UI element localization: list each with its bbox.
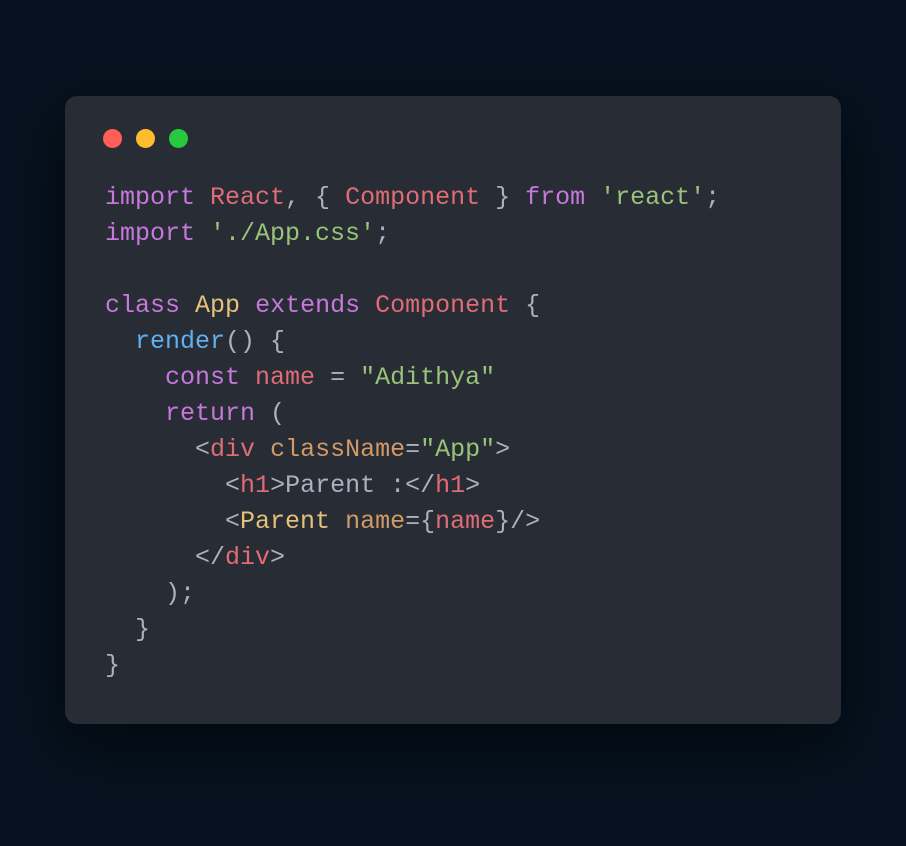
tag-div-close: div xyxy=(225,543,270,572)
keyword-class: class xyxy=(105,291,180,320)
punct: , { xyxy=(285,183,345,212)
code-line: return ( xyxy=(105,399,285,428)
brace-open: { xyxy=(525,291,540,320)
paren-open: ( xyxy=(255,399,285,428)
keyword-return: return xyxy=(165,399,255,428)
ident-name: name xyxy=(255,363,315,392)
angle-open: < xyxy=(225,471,240,500)
tag-div: div xyxy=(210,435,255,464)
code-line: ); xyxy=(105,579,195,608)
code-line: <div className="App"> xyxy=(105,435,510,464)
code-line: class App extends Component { xyxy=(105,291,540,320)
keyword-import: import xyxy=(105,219,195,248)
code-line: import './App.css'; xyxy=(105,219,390,248)
code-line: import React, { Component } from 'react'… xyxy=(105,183,720,212)
indent xyxy=(105,435,195,464)
space xyxy=(240,291,255,320)
space xyxy=(330,507,345,536)
indent xyxy=(105,363,165,392)
equals: = xyxy=(405,435,420,464)
paren-close: ); xyxy=(165,579,195,608)
component-parent: Parent xyxy=(240,507,330,536)
editor-window: import React, { Component } from 'react'… xyxy=(65,96,841,724)
space xyxy=(180,291,195,320)
space xyxy=(195,219,210,248)
punct: ; xyxy=(705,183,720,212)
angle-close: > xyxy=(495,435,510,464)
code-line: <Parent name={name}/> xyxy=(105,507,540,536)
indent xyxy=(105,399,165,428)
attr-name: name xyxy=(345,507,405,536)
minimize-icon[interactable] xyxy=(136,129,155,148)
parens: () xyxy=(225,327,270,356)
brace-close: } xyxy=(135,615,150,644)
space xyxy=(255,435,270,464)
indent xyxy=(105,507,225,536)
keyword-import: import xyxy=(105,183,195,212)
keyword-const: const xyxy=(165,363,240,392)
method-render: render xyxy=(135,327,225,356)
angle-close: > xyxy=(270,543,285,572)
code-line: render() { xyxy=(105,327,285,356)
self-close: /> xyxy=(510,507,540,536)
tag-h1-close: h1 xyxy=(435,471,465,500)
stage: import React, { Component } from 'react'… xyxy=(0,0,906,846)
code-line: } xyxy=(105,651,120,680)
ident-react: React xyxy=(210,183,285,212)
indent xyxy=(105,615,135,644)
angle-open: < xyxy=(225,507,240,536)
space xyxy=(585,183,600,212)
equals: = xyxy=(405,507,420,536)
indent xyxy=(105,543,195,572)
punct: } xyxy=(480,183,525,212)
close-icon[interactable] xyxy=(103,129,122,148)
text-parent: Parent : xyxy=(285,471,405,500)
string-react: 'react' xyxy=(600,183,705,212)
zoom-icon[interactable] xyxy=(169,129,188,148)
tag-h1: h1 xyxy=(240,471,270,500)
code-line: } xyxy=(105,615,150,644)
space xyxy=(510,291,525,320)
brace-close: } xyxy=(105,651,120,680)
angle-open-close: </ xyxy=(195,543,225,572)
code-block: import React, { Component } from 'react'… xyxy=(65,156,841,684)
window-titlebar xyxy=(65,96,841,156)
code-line: const name = "Adithya" xyxy=(105,363,495,392)
keyword-extends: extends xyxy=(255,291,360,320)
space xyxy=(240,363,255,392)
indent xyxy=(105,579,165,608)
punct: ; xyxy=(375,219,390,248)
indent xyxy=(105,327,135,356)
angle-close: > xyxy=(465,471,480,500)
classname-component: Component xyxy=(375,291,510,320)
code-line: </div> xyxy=(105,543,285,572)
angle-open-close: </ xyxy=(405,471,435,500)
classname-app: App xyxy=(195,291,240,320)
string-adithya: "Adithya" xyxy=(360,363,495,392)
string-app: "App" xyxy=(420,435,495,464)
ident-component: Component xyxy=(345,183,480,212)
ident-name-ref: name xyxy=(435,507,495,536)
angle-open: < xyxy=(195,435,210,464)
code-line: <h1>Parent :</h1> xyxy=(105,471,480,500)
space xyxy=(360,291,375,320)
brace-open: { xyxy=(420,507,435,536)
string-appcss: './App.css' xyxy=(210,219,375,248)
angle-close: > xyxy=(270,471,285,500)
keyword-from: from xyxy=(525,183,585,212)
brace-open: { xyxy=(270,327,285,356)
equals: = xyxy=(315,363,360,392)
attr-classname: className xyxy=(270,435,405,464)
indent xyxy=(105,471,225,500)
brace-close: } xyxy=(495,507,510,536)
